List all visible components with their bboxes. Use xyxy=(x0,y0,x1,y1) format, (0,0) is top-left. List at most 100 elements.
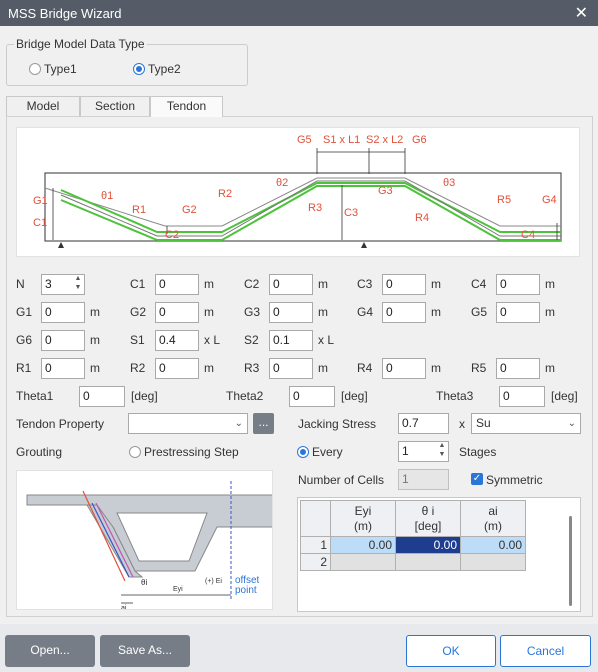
g6-unit: m xyxy=(90,333,100,347)
fig-label-c4: C4 xyxy=(521,229,535,241)
g3-label: G3 xyxy=(244,305,261,319)
s1-label: S1 xyxy=(130,333,145,347)
type2-label[interactable]: Type2 xyxy=(148,62,181,76)
s1-input[interactable]: 0.4 xyxy=(155,330,199,351)
table-row: 2 xyxy=(300,553,526,571)
r3-input[interactable]: 0 xyxy=(269,358,313,379)
c4-label: C4 xyxy=(471,277,487,291)
grid-cell-ai[interactable]: 0.00 xyxy=(460,536,526,554)
type1-label[interactable]: Type1 xyxy=(44,62,77,76)
fig-label-g4: G4 xyxy=(542,194,557,206)
prestressing-step-label[interactable]: Prestressing Step xyxy=(144,445,239,459)
section-a-label: ai xyxy=(121,605,127,610)
n-stepper-down-icon[interactable]: ▼ xyxy=(73,284,83,292)
g6-input[interactable]: 0 xyxy=(41,330,85,351)
theta2-label: Theta2 xyxy=(226,389,264,403)
fig-label-s2l2: S2 x L2 xyxy=(366,134,403,146)
c4-input[interactable]: 0 xyxy=(496,274,540,295)
g1-input[interactable]: 0 xyxy=(41,302,85,323)
save-as-button[interactable]: Save As... xyxy=(100,635,190,667)
grid-scrollbar[interactable] xyxy=(569,516,572,606)
grid-cell-theta[interactable] xyxy=(395,553,461,571)
c3-unit: m xyxy=(431,277,441,291)
theta2-input[interactable]: 0 xyxy=(289,386,335,407)
chevron-down-icon: ⌄ xyxy=(567,418,576,429)
r4-input[interactable]: 0 xyxy=(382,358,426,379)
n-label: N xyxy=(16,277,25,291)
grid-cell-theta[interactable]: 0.00 xyxy=(395,536,461,554)
g2-label: G2 xyxy=(130,305,147,319)
r1-label: R1 xyxy=(16,361,32,375)
stages-label: Stages xyxy=(459,445,497,459)
c1-label: C1 xyxy=(130,277,146,291)
theta1-unit: [deg] xyxy=(131,389,158,403)
s2-label: S2 xyxy=(244,333,259,347)
open-button[interactable]: Open... xyxy=(5,635,95,667)
every-label[interactable]: Every xyxy=(312,445,343,459)
tendon-property-browse-button[interactable]: ... xyxy=(253,413,274,434)
grid-corner xyxy=(300,500,331,537)
tendon-property-select[interactable]: ⌄ xyxy=(128,413,248,434)
type2-radio[interactable] xyxy=(133,63,145,75)
grid-cell-eyi[interactable]: 0.00 xyxy=(330,536,396,554)
r4-unit: m xyxy=(431,361,441,375)
prestressing-step-radio[interactable] xyxy=(129,446,141,458)
g3-input[interactable]: 0 xyxy=(269,302,313,323)
tendon-property-label: Tendon Property xyxy=(16,417,105,431)
section-diagram: θi Eyi (+) Ei offset point ai xyxy=(26,481,272,610)
fig-label-r3: R3 xyxy=(308,202,322,214)
grid-cell-ai[interactable] xyxy=(460,553,526,571)
c1-unit: m xyxy=(204,277,214,291)
n-stepper-up-icon[interactable]: ▲ xyxy=(73,275,83,283)
ok-button[interactable]: OK xyxy=(406,635,496,667)
cell-table: Eyi (m) θ i [deg] ai (m) 1 0.00 0.00 0.00 2 xyxy=(300,500,526,571)
r2-input[interactable]: 0 xyxy=(155,358,199,379)
g5-input[interactable]: 0 xyxy=(496,302,540,323)
r1-input[interactable]: 0 xyxy=(41,358,85,379)
theta1-input[interactable]: 0 xyxy=(79,386,125,407)
section-e-label: Eyi xyxy=(173,586,183,593)
r5-label: R5 xyxy=(471,361,487,375)
fig-label-r4: R4 xyxy=(415,212,429,224)
symmetric-label[interactable]: Symmetric xyxy=(486,473,543,487)
title-bar: MSS Bridge Wizard ✕ xyxy=(0,0,598,26)
grid-header-theta: θ i [deg] xyxy=(395,500,461,537)
c3-label: C3 xyxy=(357,277,373,291)
theta3-input[interactable]: 0 xyxy=(499,386,545,407)
fig-label-theta3: θ3 xyxy=(443,177,455,189)
type1-radio[interactable] xyxy=(29,63,41,75)
every-radio[interactable] xyxy=(297,446,309,458)
symmetric-checkbox[interactable]: ✓ xyxy=(471,473,483,485)
r5-input[interactable]: 0 xyxy=(496,358,540,379)
fig-label-r1: R1 xyxy=(132,204,146,216)
tendon-profile-diagram: G5 S1 x L1 S2 x L2 G6 G1 C1 θ1 R1 G2 R2 … xyxy=(33,134,562,248)
cancel-button[interactable]: Cancel xyxy=(500,635,591,667)
point-label: point xyxy=(235,585,257,596)
tab-tendon[interactable]: Tendon xyxy=(150,96,223,117)
number-of-cells-input[interactable]: 1 xyxy=(398,469,449,490)
jacking-x-label: x xyxy=(459,417,465,431)
close-icon[interactable]: ✕ xyxy=(575,3,588,23)
g4-input[interactable]: 0 xyxy=(382,302,426,323)
c3-input[interactable]: 0 xyxy=(382,274,426,295)
fig-label-c2: C2 xyxy=(165,229,179,241)
fig-label-r2: R2 xyxy=(218,188,232,200)
stages-up-icon[interactable]: ▲ xyxy=(437,442,447,450)
grid-header-ai: ai (m) xyxy=(460,500,526,537)
g6-label: G6 xyxy=(16,333,33,347)
cell-grid: Eyi (m) θ i [deg] ai (m) 1 0.00 0.00 0.00 2 xyxy=(297,497,581,612)
jacking-stress-input[interactable]: 0.7 xyxy=(398,413,449,434)
tab-model[interactable]: Model xyxy=(6,96,80,116)
c2-input[interactable]: 0 xyxy=(269,274,313,295)
c1-input[interactable]: 0 xyxy=(155,274,199,295)
data-type-group-title: Bridge Model Data Type xyxy=(14,37,147,51)
tab-section[interactable]: Section xyxy=(80,96,150,116)
stages-down-icon[interactable]: ▼ xyxy=(437,451,447,459)
row-index: 2 xyxy=(300,553,331,571)
fig-label-theta2: θ2 xyxy=(276,177,288,189)
jacking-unit-select[interactable]: Su ⌄ xyxy=(471,413,581,434)
theta3-unit: [deg] xyxy=(551,389,578,403)
g2-input[interactable]: 0 xyxy=(155,302,199,323)
s2-input[interactable]: 0.1 xyxy=(269,330,313,351)
grid-cell-eyi[interactable] xyxy=(330,553,396,571)
